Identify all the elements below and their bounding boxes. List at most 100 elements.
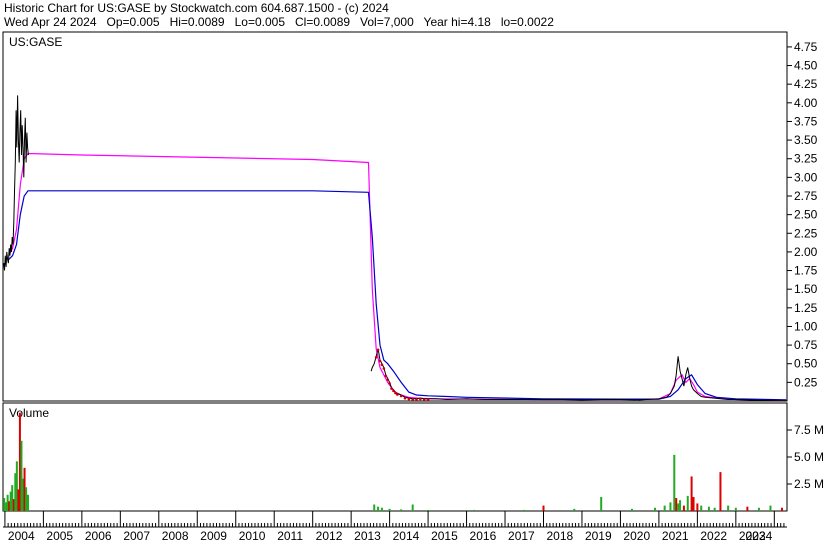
price-tick-label: 2.50: [794, 208, 818, 222]
volume-bar: [3, 498, 6, 511]
year-tick-label: 2011: [277, 529, 303, 543]
volume-bar: [707, 506, 710, 511]
close-dot: [411, 398, 414, 402]
price-tick-label: 1.25: [794, 301, 818, 315]
year-tick-label: 2013: [354, 529, 381, 543]
year-tick-label: 2007: [123, 529, 150, 543]
volume-bar: [734, 507, 737, 511]
close-dot: [396, 393, 399, 396]
close-dot: [399, 394, 403, 398]
stock-chart: US:GASE Volume 4.75 4.50 4.25 4.00 3.75 3.50 3.2…: [2, 31, 824, 543]
volume-bar: [27, 494, 30, 511]
price-tick-label: 2.00: [794, 245, 818, 259]
price-tick-label: 0.75: [794, 338, 818, 352]
year-tick-label: 2014: [393, 529, 420, 543]
year-tick-label: 2020: [623, 529, 650, 543]
close-dot: [415, 398, 418, 402]
volume-bar: [573, 508, 576, 511]
volume-bar: [654, 507, 657, 511]
volume-bar: [400, 509, 403, 511]
year-tick-label: 2008: [162, 529, 189, 543]
close-dot: [403, 396, 407, 400]
close-dot: [392, 389, 395, 393]
price-tick-label: 4.00: [794, 96, 818, 110]
close-dot: [390, 387, 393, 390]
volume-bar: [727, 505, 730, 511]
volume-bar: [719, 472, 722, 511]
close-dot: [388, 382, 391, 385]
year-tick-label: 2024: [746, 529, 773, 543]
volume-tick-label: 7.5 M: [794, 423, 824, 437]
volume-bar: [675, 498, 678, 511]
volume-bar: [411, 504, 414, 511]
close-dot: [382, 367, 386, 370]
volume-bar: [692, 496, 695, 511]
price-tick-label: 0.25: [794, 375, 818, 389]
volume-bar: [673, 454, 676, 511]
volume-bar: [700, 505, 703, 511]
close-dot: [380, 363, 384, 367]
close-dot: [384, 374, 388, 378]
volume-bar: [523, 509, 526, 511]
volume-bar: [686, 495, 689, 511]
price-panel-frame: [2, 31, 788, 402]
volume-bar: [713, 507, 716, 511]
volume-bar: [746, 506, 749, 511]
volume-bar: [388, 508, 391, 511]
volume-bar: [473, 509, 476, 511]
price-tick-label: 3.50: [794, 133, 818, 147]
volume-bar: [427, 509, 430, 511]
volume-bar: [630, 508, 633, 511]
volume-tick-label: 2.5 M: [794, 477, 824, 491]
price-tick-label: 1.75: [794, 264, 818, 278]
price-tick-label: 3.75: [794, 114, 818, 128]
price-tick-label: 4.75: [794, 40, 818, 54]
close-dot: [376, 348, 380, 352]
close-dot: [419, 397, 422, 401]
close-dot: [374, 355, 378, 359]
year-tick-label: 2018: [546, 529, 573, 543]
close-dot: [378, 359, 382, 363]
price-tick-label: 4.25: [794, 77, 818, 91]
ma-long-line: [8, 190, 787, 401]
price-tick-label: 0.50: [794, 357, 818, 371]
price-tick-label: 4.50: [794, 59, 818, 73]
close-dot: [386, 378, 389, 381]
price-tick-label: 2.75: [794, 189, 818, 203]
volume-bar: [780, 507, 783, 511]
price-tick-label: 2.25: [794, 226, 818, 240]
close-dot: [407, 397, 411, 401]
volume-bar: [600, 496, 603, 511]
price-tick-label: 1.00: [794, 319, 818, 333]
year-tick-label: 2005: [46, 529, 73, 543]
volume-tick-label: 5.0 M: [794, 450, 824, 464]
price-tick-label: 3.00: [794, 170, 818, 184]
year-tick-label: 2006: [85, 529, 112, 543]
volume-bar: [377, 506, 380, 511]
year-tick-label: 2012: [316, 529, 343, 543]
volume-bar: [769, 505, 772, 511]
year-tick-label: 2019: [585, 529, 612, 543]
year-tick-label: 2016: [470, 529, 497, 543]
year-tick-label: 2004: [8, 529, 35, 543]
volume-bar: [690, 476, 693, 511]
volume-bar: [380, 507, 383, 511]
symbol-label: US:GASE: [9, 35, 62, 49]
year-tick-label: 2009: [200, 529, 227, 543]
year-tick-label: 2021: [662, 529, 689, 543]
volume-bar: [682, 505, 685, 511]
volume-bar: [663, 505, 666, 511]
price-tick-label: 1.50: [794, 282, 818, 296]
volume-bar: [696, 503, 699, 511]
volume-label: Volume: [9, 406, 49, 420]
price-line-1: [370, 348, 787, 401]
volume-bar: [677, 503, 680, 511]
volume-bar: [669, 502, 672, 511]
year-tick-label: 2022: [700, 529, 727, 543]
volume-bar: [679, 500, 682, 511]
chart-window: Historic Chart for US:GASE by Stockwatch…: [0, 0, 830, 543]
price-tick-label: 3.25: [794, 152, 818, 166]
close-dot: [422, 398, 426, 402]
year-tick-label: 2015: [431, 529, 458, 543]
volume-bar: [757, 507, 760, 511]
